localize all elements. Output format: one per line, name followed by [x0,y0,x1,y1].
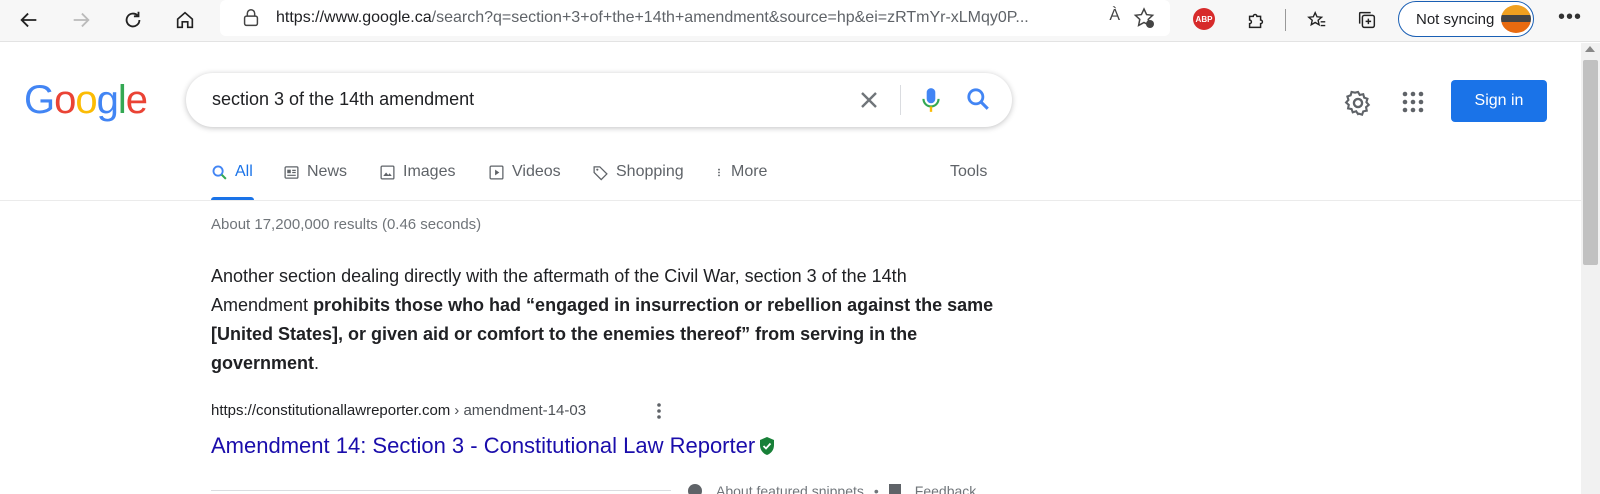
tab-news[interactable]: News [283,163,347,181]
tools-button[interactable]: Tools [950,163,987,181]
tab-label: News [307,163,348,180]
feedback-icon [888,484,901,494]
snippet-end: . [314,353,320,373]
puzzle-icon [1248,13,1264,29]
tab-label: More [731,163,768,180]
snippet-divider [211,490,671,491]
result-stats: About 17,200,000 results (0.46 seconds) [211,216,482,233]
tag-icon [593,165,608,180]
home-button[interactable] [168,3,202,37]
collections-icon [1358,11,1376,29]
logo-letter: o [75,78,97,122]
add-favorite-icon[interactable] [1132,6,1156,30]
logo-letter: e [125,78,148,122]
tab-label: Videos [512,163,561,180]
cite-domain: https://constitutionallawreporter.com [211,402,451,419]
tab-more[interactable]: More [714,163,767,181]
read-aloud-icon[interactable]: À [1109,7,1120,25]
lock-icon[interactable] [240,7,262,29]
tab-videos[interactable]: Videos [488,163,561,181]
url-path: /search?q=section+3+of+the+14th+amendmen… [431,9,1029,26]
microphone-icon[interactable] [918,86,944,114]
url-text[interactable]: https://www.google.ca/search?q=section+3… [276,9,1076,27]
forward-button[interactable] [64,3,98,37]
tab-label: All [235,163,253,180]
clear-search-icon[interactable] [857,88,881,112]
logo-letter: o [54,78,76,122]
profile-avatar [1501,5,1531,33]
browser-menu-icon[interactable]: ••• [1558,6,1582,29]
logo-letter: g [96,78,119,122]
tab-label: Shopping [616,163,684,180]
news-icon [284,165,299,179]
forward-arrow-icon [73,12,90,28]
video-icon [489,164,504,180]
search-icon [212,165,227,180]
search-input[interactable]: section 3 of the 14th amendment [212,89,474,110]
cite-path: › amendment-14-03 [454,402,587,419]
google-logo[interactable]: Google [24,78,148,123]
browser-toolbar: https://www.google.ca/search?q=section+3… [0,0,1600,42]
settings-gear-icon[interactable] [1344,89,1372,117]
url-host: https://www.google.ca [276,9,432,26]
search-tabs: All News Images Videos Shopping More Too… [0,155,1581,201]
footer-separator: • [873,483,879,494]
toolbar-divider [1285,9,1286,31]
image-icon [380,164,395,180]
sign-in-button[interactable]: Sign in [1451,80,1547,122]
about-snippets-link[interactable]: About featured snippets [716,483,864,494]
featured-snippet: Another section dealing directly with th… [211,262,1001,378]
result-cite[interactable]: https://constitutionallawreporter.com › … [211,402,586,419]
result-title: Amendment 14: Section 3 - Constitutional… [211,433,756,458]
adblock-plus-icon[interactable]: ABP [1193,8,1215,30]
tools-label: Tools [950,163,988,180]
result-options-icon[interactable] [656,402,662,420]
tab-all[interactable]: All [211,163,253,181]
favorites-list-icon [1307,10,1326,27]
favorites-button[interactable] [1300,3,1334,37]
extensions-button[interactable] [1239,3,1273,37]
scroll-up-arrow-icon[interactable] [1585,46,1595,52]
snippet-highlight: prohibits those who had “engaged in insu… [211,295,994,373]
refresh-icon [125,11,141,28]
profile-sync-button[interactable]: Not syncing [1398,1,1534,37]
logo-letter: G [24,78,55,122]
tab-shopping[interactable]: Shopping [592,163,684,181]
search-divider [900,85,901,115]
result-title-link[interactable]: Amendment 14: Section 3 - Constitutional… [211,433,776,459]
back-button[interactable] [12,3,46,37]
active-tab-indicator [211,197,254,200]
logo-letter: l [117,78,127,122]
collections-button[interactable] [1350,3,1384,37]
address-bar[interactable]: https://www.google.ca/search?q=section+3… [220,0,1170,36]
snippet-footer: About featured snippets • Feedback [688,483,976,494]
feedback-link[interactable]: Feedback [915,483,976,494]
tab-label: Images [403,163,456,180]
tab-images[interactable]: Images [379,163,455,181]
help-icon [688,484,702,494]
sync-status-label: Not syncing [1416,10,1495,28]
home-icon [176,11,194,29]
scrollbar-thumb[interactable] [1583,60,1598,265]
search-icon[interactable] [965,86,991,112]
refresh-button[interactable] [116,3,150,37]
google-apps-icon[interactable] [1401,90,1425,114]
verified-shield-icon [760,437,775,455]
back-arrow-icon [20,12,37,28]
search-box[interactable]: section 3 of the 14th amendment [186,73,1012,127]
vertical-dots-icon [718,168,720,176]
